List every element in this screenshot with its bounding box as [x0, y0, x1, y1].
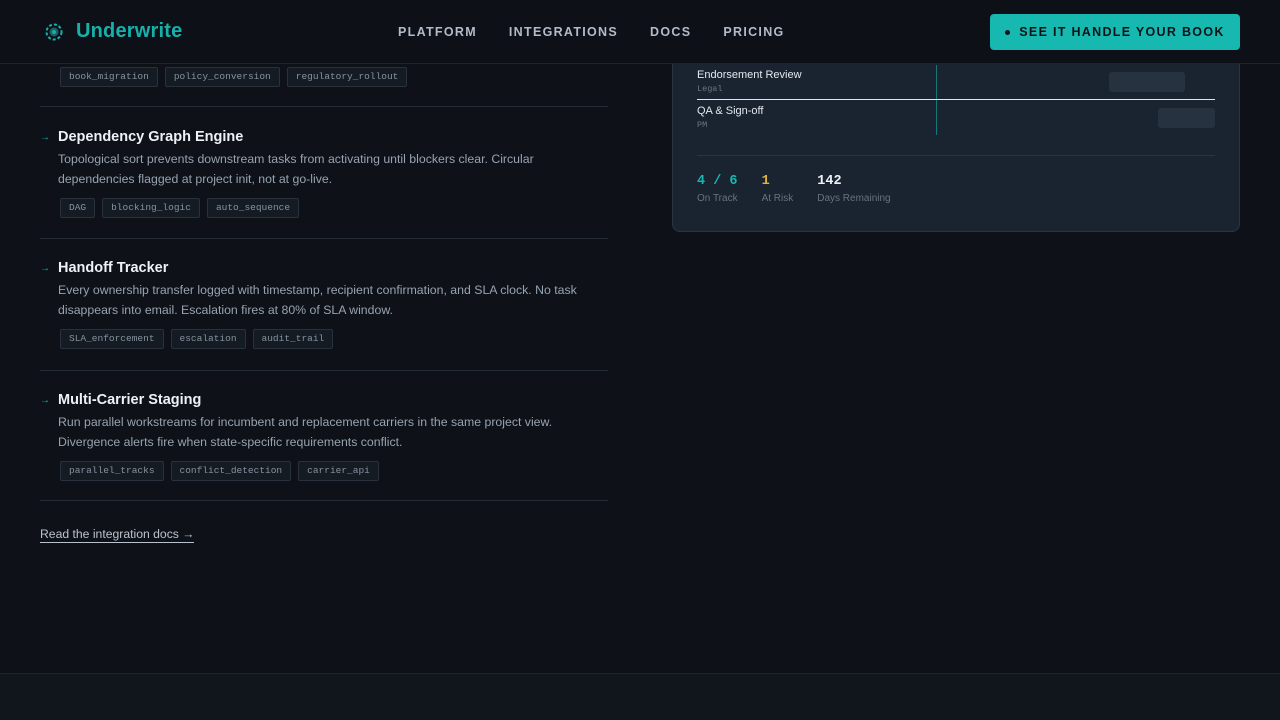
- stat-value: 4 / 6: [697, 174, 738, 189]
- tag: carrier_api: [298, 461, 379, 481]
- task-owner: PM: [697, 120, 708, 130]
- brand-logo[interactable]: Underwrite: [44, 20, 182, 43]
- arrow-icon: →: [40, 262, 50, 274]
- stat-label: Days Remaining: [817, 193, 891, 204]
- divider: [697, 155, 1215, 156]
- stat-label: At Risk: [761, 193, 794, 204]
- cta-label: SEE IT HANDLE YOUR BOOK: [1019, 25, 1225, 39]
- divider: [40, 238, 608, 239]
- stat-days-remaining: 142 Days Remaining: [817, 174, 890, 204]
- task-bar: [1158, 108, 1215, 128]
- tag: conflict_detection: [170, 461, 292, 481]
- nav-pricing[interactable]: PRICING: [723, 25, 784, 39]
- stat-at-risk: 1 At Risk: [762, 174, 794, 204]
- feature-description: Run parallel workstreams for incumbent a…: [58, 415, 553, 449]
- tag: book_migration: [60, 67, 158, 87]
- feature-item: → Multi-Carrier Staging Run parallel wor…: [40, 392, 608, 481]
- tag-group: parallel_tracks conflict_detection carri…: [60, 461, 608, 481]
- cta-dot-icon: [1005, 29, 1011, 35]
- stat-value: 1: [761, 174, 770, 189]
- brand-name: Underwrite: [76, 20, 183, 42]
- tag-group: book_migration policy_conversion regulat…: [60, 67, 408, 87]
- tag: escalation: [170, 329, 246, 349]
- task-row[interactable]: QA & Sign-off PM: [697, 105, 1217, 130]
- divider: [40, 370, 608, 371]
- feature-title: Multi-Carrier Staging: [58, 392, 202, 408]
- nav-docs[interactable]: DOCS: [650, 25, 691, 39]
- stat-value: 142: [817, 174, 842, 189]
- today-line: [697, 99, 1215, 100]
- stats-row: 4 / 6 On Track 1 At Risk 142 Days Remain…: [697, 174, 915, 204]
- arrow-icon: →: [40, 131, 50, 143]
- task-row[interactable]: Endorsement Review Legal: [697, 69, 1217, 94]
- logo-gear-icon: [45, 23, 63, 40]
- feature-item: → Dependency Graph Engine Topological so…: [40, 129, 608, 218]
- feature-description: Every ownership transfer logged with tim…: [58, 283, 577, 317]
- tag: auto_sequence: [206, 198, 300, 218]
- tag: audit_trail: [252, 329, 334, 349]
- tag: blocking_logic: [102, 198, 200, 218]
- feature-title: Handoff Tracker: [58, 260, 169, 276]
- tag-group: SLA_enforcement escalation audit_trail: [60, 329, 608, 349]
- feature-description: Topological sort prevents downstream tas…: [58, 152, 534, 186]
- tag: SLA_enforcement: [60, 329, 164, 349]
- tag: DAG: [60, 198, 96, 218]
- cta-button[interactable]: SEE IT HANDLE YOUR BOOK: [990, 14, 1240, 50]
- stat-label: On Track: [697, 193, 738, 204]
- feature-title: Dependency Graph Engine: [58, 129, 244, 145]
- tag: parallel_tracks: [60, 461, 164, 481]
- task-name: QA & Sign-off: [697, 105, 764, 117]
- tag: policy_conversion: [164, 67, 280, 87]
- footer: [0, 673, 1280, 720]
- nav-integrations[interactable]: INTEGRATIONS: [509, 25, 618, 39]
- task-bar: [1109, 72, 1185, 92]
- stat-on-track: 4 / 6 On Track: [697, 174, 738, 204]
- divider: [40, 500, 608, 501]
- nav-platform[interactable]: PLATFORM: [398, 25, 477, 39]
- top-nav-bar: Underwrite PLATFORM INTEGRATIONS DOCS PR…: [0, 0, 1280, 64]
- main-nav: PLATFORM INTEGRATIONS DOCS PRICING: [398, 25, 817, 39]
- integration-docs-link[interactable]: Read the integration docs →: [40, 527, 195, 543]
- tag-group: DAG blocking_logic auto_sequence: [60, 198, 608, 218]
- divider: [40, 106, 608, 107]
- feature-item: → Handoff Tracker Every ownership transf…: [40, 260, 608, 349]
- tag: regulatory_rollout: [286, 67, 408, 87]
- arrow-icon: →: [40, 394, 50, 406]
